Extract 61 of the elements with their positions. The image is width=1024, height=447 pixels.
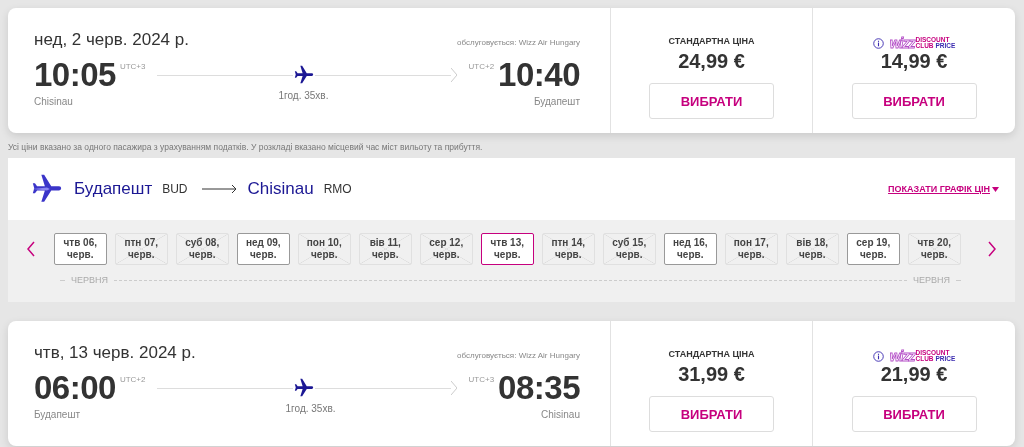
chevron-right-icon [987, 241, 998, 257]
flight-date: чтв, 13 черв. 2024 р. [34, 343, 196, 363]
flight-duration: 1год. 35хв. [285, 403, 336, 416]
arrow-icon [201, 184, 238, 194]
select-button[interactable]: ВИБРАТИ [649, 83, 774, 119]
date-tile[interactable]: чтв 06, черв. [53, 233, 107, 265]
date-tile[interactable]: сер 12, черв. [419, 233, 473, 265]
date-tile[interactable]: чтв 13, черв. [480, 233, 534, 265]
operator-text: обслуговується: Wizz Air Hungary [457, 351, 580, 360]
date-tile[interactable]: вів 11, черв. [358, 233, 412, 265]
date-tile[interactable]: сер 19, черв. [846, 233, 900, 265]
departure-time: 06:00 [34, 369, 116, 407]
date-tile[interactable]: пон 17, черв. [724, 233, 778, 265]
departure-city: Будапешт [34, 409, 80, 420]
select-button[interactable]: ВИБРАТИ [649, 396, 774, 432]
fare-price: 14,99 € [880, 50, 948, 73]
airplane-icon [293, 64, 315, 86]
info-icon[interactable] [872, 37, 884, 49]
fare-price: 21,99 € [880, 363, 948, 386]
arrow-head-icon [450, 68, 457, 82]
timezone-label: UTC+2 [468, 62, 495, 71]
origin-city: Будапешт [74, 179, 153, 199]
fare-label: СТАНДАРТНА ЦІНА [668, 349, 755, 361]
month-label: ЧЕРВНЯ [913, 275, 950, 285]
date-tile[interactable]: нед 16, черв. [663, 233, 717, 265]
month-label: ЧЕРВНЯ [71, 275, 108, 285]
chevron-left-icon [25, 241, 36, 257]
fare-price: 31,99 € [678, 363, 745, 386]
departure-city: Chisinau [34, 96, 73, 107]
info-icon[interactable] [872, 350, 884, 362]
date-tile[interactable]: суб 08, черв. [175, 233, 229, 265]
date-tile[interactable]: птн 07, черв. [114, 233, 168, 265]
price-note: Усі ціни вказано за одного пасажира з урахуванням податків. У розкладі вказано місцевий час міст вильоту та прибуття. [8, 142, 484, 154]
caret-icon [992, 186, 999, 192]
flight-date: нед, 2 черв. 2024 р. [34, 30, 189, 50]
price-chart-link[interactable]: ПОКАЗАТИ ГРАФІК ЦІН [888, 184, 999, 194]
flight-duration: 1год. 35хв. [278, 90, 329, 103]
date-tile[interactable]: нед 09, черв. [236, 233, 290, 265]
arrival-city: Chisinau [541, 409, 580, 420]
fare-price: 24,99 € [678, 50, 745, 73]
date-tile[interactable]: суб 15, черв. [602, 233, 656, 265]
select-button[interactable]: ВИБРАТИ [851, 83, 977, 119]
arrival-time: 10:40 [498, 56, 580, 94]
date-tile[interactable]: чтв 20, черв. [907, 233, 961, 265]
select-button[interactable]: ВИБРАТИ [851, 396, 977, 432]
date-tile[interactable]: птн 14, черв. [541, 233, 595, 265]
date-tile[interactable]: пон 10, черв. [297, 233, 351, 265]
timezone-label: UTC+3 [119, 62, 146, 71]
arrival-city: Будапешт [534, 96, 580, 107]
airport-code: RMO [323, 182, 352, 196]
operator-text: обслуговується: Wizz Air Hungary [457, 38, 580, 47]
date-tile[interactable]: вів 18, черв. [785, 233, 839, 265]
airplane-icon [293, 377, 315, 399]
fare-label: СТАНДАРТНА ЦІНА [668, 36, 755, 48]
arrival-time: 08:35 [498, 369, 580, 407]
airport-code: BUD [162, 182, 188, 196]
timezone-label: UTC+2 [119, 375, 146, 384]
arrow-head-icon [450, 381, 457, 395]
destination-city: Chisinau [247, 179, 314, 199]
departure-time: 10:05 [34, 56, 116, 94]
timezone-label: UTC+3 [468, 375, 495, 384]
